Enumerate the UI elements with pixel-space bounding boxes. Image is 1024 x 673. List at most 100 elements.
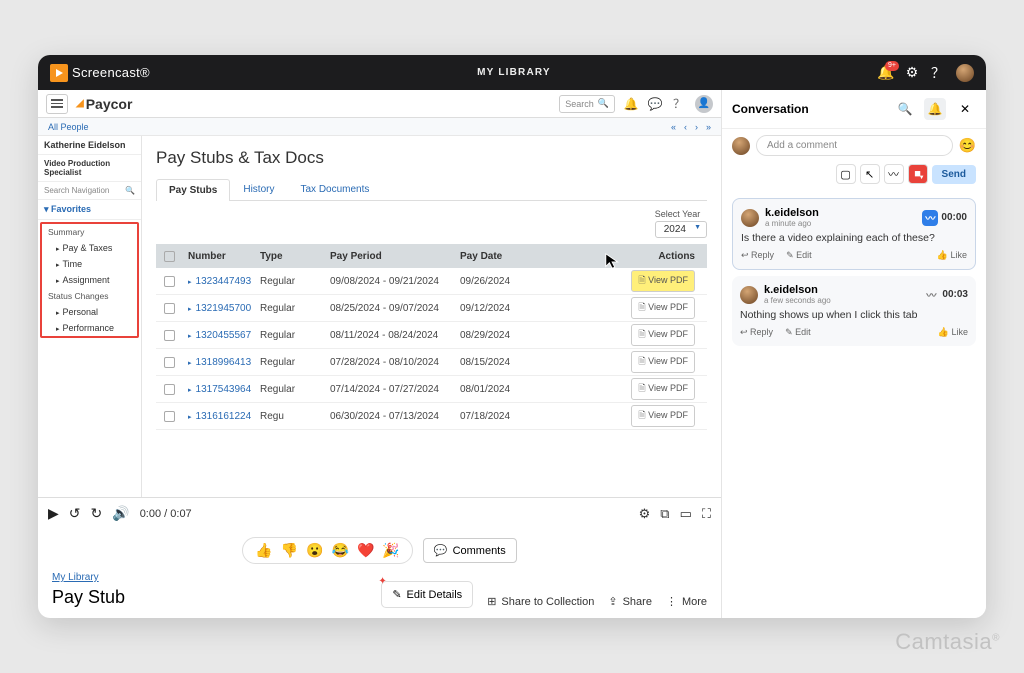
laugh-icon[interactable]: 😂 [332, 542, 349, 559]
view-pdf-button[interactable]: 🗎 View PDF [631, 378, 695, 400]
add-comment-input[interactable]: Add a comment [756, 135, 953, 156]
person-name: Katherine Eidelson [44, 140, 135, 150]
tab-tax-documents[interactable]: Tax Documents [287, 178, 382, 200]
table-row: ▸1320455567 Regular 08/11/2024 - 08/24/2… [156, 322, 707, 349]
like-button[interactable]: 👍 Like [937, 250, 967, 261]
row-number[interactable]: ▸1320455567 [182, 330, 254, 341]
hamburger-menu[interactable] [46, 94, 68, 114]
breadcrumb-text[interactable]: All People [48, 122, 89, 132]
help-circle-icon[interactable]: ？ [671, 96, 687, 112]
paystub-table: Number Type Pay Period Pay Date Actions … [156, 244, 707, 430]
tool-rectangle-icon[interactable]: ▢ [836, 164, 856, 184]
view-pdf-button[interactable]: 🗎 View PDF [631, 270, 695, 292]
theater-icon[interactable]: ▭ [680, 506, 692, 522]
row-date: 08/29/2024 [454, 330, 534, 341]
tab-pay-stubs[interactable]: Pay Stubs [156, 179, 230, 201]
wow-icon[interactable]: 😮 [306, 542, 323, 559]
favorites-section[interactable]: ▾ Favorites [38, 200, 141, 220]
heart-icon[interactable]: ❤️ [357, 542, 374, 559]
row-checkbox[interactable] [164, 384, 175, 395]
sidebar-item-pay-taxes[interactable]: ▸Pay & Taxes [42, 240, 137, 256]
nav-first-icon[interactable]: « [671, 122, 676, 132]
nav-next-icon[interactable]: › [695, 122, 698, 132]
view-pdf-button[interactable]: 🗎 View PDF [631, 351, 695, 373]
row-number[interactable]: ▸1316161224 [182, 411, 254, 422]
notifications-icon[interactable]: 🔔9+ [878, 65, 894, 81]
comment-timestamp[interactable]: 00:00 [941, 212, 967, 223]
share-button[interactable]: ⇪ Share [608, 595, 652, 608]
conv-close-icon[interactable]: ✕ [954, 98, 976, 120]
settings-icon[interactable]: ⚙ [904, 65, 920, 81]
chat-icon[interactable]: 💬 [647, 96, 663, 112]
year-select[interactable]: 2024 [655, 221, 707, 238]
profile-avatar[interactable]: 👤 [695, 95, 713, 113]
row-period: 08/25/2024 - 09/07/2024 [324, 303, 454, 314]
tool-color-picker[interactable]: ■ [908, 164, 928, 184]
comment-timestamp[interactable]: 00:03 [942, 289, 968, 300]
thumbs-up-icon[interactable]: 👍 [255, 542, 272, 559]
sidebar-item-performance[interactable]: ▸Performance [42, 320, 137, 336]
thumbs-down-icon[interactable]: 👎 [281, 542, 298, 559]
tool-arrow-icon[interactable]: ↖ [860, 164, 880, 184]
rewind-button[interactable]: ↺ [69, 505, 81, 522]
conv-bell-icon[interactable]: 🔔 [924, 98, 946, 120]
nav-prev-icon[interactable]: ‹ [684, 122, 687, 132]
row-checkbox[interactable] [164, 357, 175, 368]
row-number[interactable]: ▸1323447493 [182, 276, 254, 287]
tab-history[interactable]: History [230, 178, 287, 200]
emoji-reactions[interactable]: 👍 👎 😮 😂 ❤️ 🎉 [242, 537, 413, 564]
conv-search-icon[interactable]: 🔍 [894, 98, 916, 120]
row-number[interactable]: ▸1317543964 [182, 384, 254, 395]
play-button[interactable]: ▶ [48, 505, 59, 522]
volume-icon[interactable]: 🔊 [112, 505, 129, 522]
highlighted-nav-group: Summary ▸Pay & Taxes ▸Time ▸Assignment S… [40, 222, 139, 338]
settings-gear-icon[interactable]: ⚙ [639, 506, 651, 522]
row-checkbox[interactable] [164, 330, 175, 341]
search-placeholder: Search [565, 99, 594, 109]
fullscreen-icon[interactable]: ⛶ [702, 506, 711, 522]
view-pdf-button[interactable]: 🗎 View PDF [631, 405, 695, 427]
pip-icon[interactable]: ⧉ [660, 506, 669, 522]
reply-button[interactable]: ↩ Reply [741, 250, 774, 261]
view-pdf-button[interactable]: 🗎 View PDF [631, 324, 695, 346]
row-period: 08/11/2024 - 08/24/2024 [324, 330, 454, 341]
edit-details-button[interactable]: ✎ Edit Details [381, 581, 473, 608]
emoji-picker-icon[interactable]: 😊 [959, 137, 976, 154]
sidebar-item-assignment[interactable]: ▸Assignment [42, 272, 137, 288]
party-icon[interactable]: 🎉 [382, 542, 399, 559]
comment-time: a minute ago [765, 219, 819, 228]
row-checkbox[interactable] [164, 411, 175, 422]
global-search-input[interactable]: Search 🔍 [559, 95, 615, 113]
select-all-checkbox[interactable] [164, 251, 175, 262]
nav-last-icon[interactable]: » [706, 122, 711, 132]
row-date: 08/01/2024 [454, 384, 534, 395]
timestamp-marker-icon[interactable]: 〰 [923, 287, 939, 303]
comments-button[interactable]: 💬 Comments [423, 538, 517, 563]
timestamp-marker-icon[interactable]: 〰 [922, 210, 938, 226]
user-avatar[interactable] [956, 64, 974, 82]
edit-button[interactable]: ✎ Edit [786, 250, 812, 261]
sidebar-item-time[interactable]: ▸Time [42, 256, 137, 272]
more-button[interactable]: ⋮ More [666, 595, 707, 608]
table-header: Number Type Pay Period Pay Date Actions [156, 244, 707, 268]
footer-breadcrumb[interactable]: My Library [52, 572, 125, 583]
like-button[interactable]: 👍 Like [938, 327, 968, 338]
tool-squiggle-icon[interactable]: 〰 [884, 164, 904, 184]
forward-button[interactable]: ↻ [91, 505, 103, 522]
view-pdf-button[interactable]: 🗎 View PDF [631, 297, 695, 319]
row-number[interactable]: ▸1321945700 [182, 303, 254, 314]
bell-icon[interactable]: 🔔 [623, 96, 639, 112]
row-number[interactable]: ▸1318996413 [182, 357, 254, 368]
share-to-collection-button[interactable]: ⊞ Share to Collection [487, 595, 594, 608]
conversation-title: Conversation [732, 102, 886, 116]
row-checkbox[interactable] [164, 276, 175, 287]
row-date: 08/15/2024 [454, 357, 534, 368]
edit-button[interactable]: ✎ Edit [785, 327, 811, 338]
send-button[interactable]: Send [932, 165, 976, 184]
table-row: ▸1317543964 Regular 07/14/2024 - 07/27/2… [156, 376, 707, 403]
reply-button[interactable]: ↩ Reply [740, 327, 773, 338]
sidebar-item-personal[interactable]: ▸Personal [42, 304, 137, 320]
search-navigation-input[interactable]: Search Navigation🔍 [38, 182, 141, 200]
row-checkbox[interactable] [164, 303, 175, 314]
help-icon[interactable]: ？ [930, 65, 946, 81]
